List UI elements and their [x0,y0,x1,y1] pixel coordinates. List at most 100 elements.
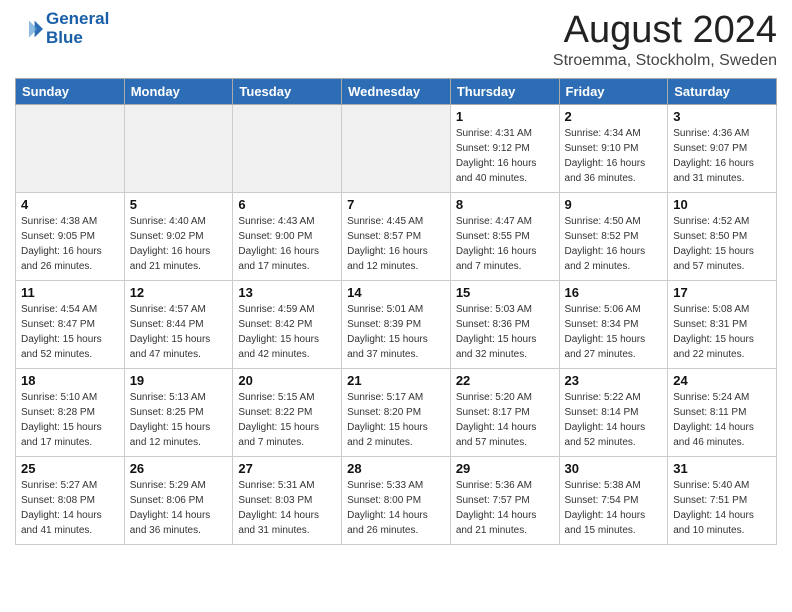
calendar-day-cell: 10 Sunrise: 4:52 AMSunset: 8:50 PMDayligh… [668,192,777,280]
day-number: 28 [347,461,445,476]
day-number: 29 [456,461,554,476]
logo-icon [15,15,43,43]
day-header-sunday: Sunday [16,78,125,104]
day-number: 13 [238,285,336,300]
calendar-day-cell [342,104,451,192]
day-info: Sunrise: 5:33 AMSunset: 8:00 PMDaylight:… [347,478,445,538]
day-info: Sunrise: 5:24 AMSunset: 8:11 PMDaylight:… [673,390,771,450]
calendar-day-cell [16,104,125,192]
calendar-day-cell: 3 Sunrise: 4:36 AMSunset: 9:07 PMDaylight… [668,104,777,192]
calendar-day-cell: 1 Sunrise: 4:31 AMSunset: 9:12 PMDaylight… [450,104,559,192]
calendar-day-cell [233,104,342,192]
day-info: Sunrise: 4:45 AMSunset: 8:57 PMDaylight:… [347,214,445,274]
calendar-day-cell: 13 Sunrise: 4:59 AMSunset: 8:42 PMDayligh… [233,280,342,368]
day-info: Sunrise: 5:17 AMSunset: 8:20 PMDaylight:… [347,390,445,450]
day-number: 19 [130,373,228,388]
day-number: 25 [21,461,119,476]
day-info: Sunrise: 5:01 AMSunset: 8:39 PMDaylight:… [347,302,445,362]
day-info: Sunrise: 5:31 AMSunset: 8:03 PMDaylight:… [238,478,336,538]
day-number: 2 [565,109,663,124]
logo-text: General Blue [46,10,109,47]
day-info: Sunrise: 4:47 AMSunset: 8:55 PMDaylight:… [456,214,554,274]
calendar-day-cell: 2 Sunrise: 4:34 AMSunset: 9:10 PMDaylight… [559,104,668,192]
logo-line1: General [46,10,109,29]
calendar-day-cell: 7Sunrise: 4:45 AMSunset: 8:57 PMDaylight… [342,192,451,280]
calendar-day-cell: 4 Sunrise: 4:38 AMSunset: 9:05 PMDaylight… [16,192,125,280]
day-info: Sunrise: 5:03 AMSunset: 8:36 PMDaylight:… [456,302,554,362]
calendar-day-cell: 16Sunrise: 5:06 AMSunset: 8:34 PMDayligh… [559,280,668,368]
logo-area: General Blue [15,10,109,47]
subtitle: Stroemma, Stockholm, Sweden [553,52,777,70]
day-number: 5 [130,197,228,212]
day-info: Sunrise: 4:50 AMSunset: 8:52 PMDaylight:… [565,214,663,274]
day-header-wednesday: Wednesday [342,78,451,104]
calendar-day-cell [124,104,233,192]
day-number: 8 [456,197,554,212]
calendar-week-row: 11Sunrise: 4:54 AMSunset: 8:47 PMDayligh… [16,280,777,368]
day-info: Sunrise: 5:15 AMSunset: 8:22 PMDaylight:… [238,390,336,450]
day-header-tuesday: Tuesday [233,78,342,104]
calendar-day-cell: 6 Sunrise: 4:43 AMSunset: 9:00 PMDaylight… [233,192,342,280]
calendar-table: SundayMondayTuesdayWednesdayThursdayFrid… [15,78,777,545]
day-number: 17 [673,285,771,300]
day-number: 6 [238,197,336,212]
calendar-week-row: 18Sunrise: 5:10 AMSunset: 8:28 PMDayligh… [16,368,777,456]
day-header-saturday: Saturday [668,78,777,104]
calendar-day-cell: 26 Sunrise: 5:29 AMSunset: 8:06 PMDayligh… [124,456,233,544]
day-number: 15 [456,285,554,300]
day-info: Sunrise: 5:13 AMSunset: 8:25 PMDaylight:… [130,390,228,450]
day-info: Sunrise: 4:40 AMSunset: 9:02 PMDaylight:… [130,214,228,274]
day-number: 9 [565,197,663,212]
calendar-day-cell: 15 Sunrise: 5:03 AMSunset: 8:36 PMDayligh… [450,280,559,368]
day-info: Sunrise: 5:22 AMSunset: 8:14 PMDaylight:… [565,390,663,450]
day-info: Sunrise: 4:34 AMSunset: 9:10 PMDaylight:… [565,126,663,186]
calendar-day-cell: 17Sunrise: 5:08 AMSunset: 8:31 PMDayligh… [668,280,777,368]
calendar-day-cell: 27 Sunrise: 5:31 AMSunset: 8:03 PMDayligh… [233,456,342,544]
day-number: 10 [673,197,771,212]
day-number: 18 [21,373,119,388]
day-info: Sunrise: 5:38 AMSunset: 7:54 PMDaylight:… [565,478,663,538]
day-info: Sunrise: 5:29 AMSunset: 8:06 PMDaylight:… [130,478,228,538]
calendar-day-cell: 22Sunrise: 5:20 AMSunset: 8:17 PMDayligh… [450,368,559,456]
calendar-week-row: 4 Sunrise: 4:38 AMSunset: 9:05 PMDaylight… [16,192,777,280]
day-number: 27 [238,461,336,476]
day-info: Sunrise: 5:27 AMSunset: 8:08 PMDaylight:… [21,478,119,538]
calendar-day-cell: 31 Sunrise: 5:40 AMSunset: 7:51 PMDayligh… [668,456,777,544]
day-number: 4 [21,197,119,212]
day-number: 22 [456,373,554,388]
day-info: Sunrise: 5:06 AMSunset: 8:34 PMDaylight:… [565,302,663,362]
calendar-header-row: SundayMondayTuesdayWednesdayThursdayFrid… [16,78,777,104]
day-number: 30 [565,461,663,476]
page: General Blue August 2024 Stroemma, Stock… [0,0,792,560]
calendar-day-cell: 24 Sunrise: 5:24 AMSunset: 8:11 PMDayligh… [668,368,777,456]
day-number: 1 [456,109,554,124]
day-number: 24 [673,373,771,388]
calendar-day-cell: 18Sunrise: 5:10 AMSunset: 8:28 PMDayligh… [16,368,125,456]
calendar-day-cell: 28 Sunrise: 5:33 AMSunset: 8:00 PMDayligh… [342,456,451,544]
calendar-day-cell: 14Sunrise: 5:01 AMSunset: 8:39 PMDayligh… [342,280,451,368]
day-number: 26 [130,461,228,476]
day-info: Sunrise: 4:59 AMSunset: 8:42 PMDaylight:… [238,302,336,362]
day-number: 31 [673,461,771,476]
main-title: August 2024 [553,10,777,52]
day-info: Sunrise: 5:36 AMSunset: 7:57 PMDaylight:… [456,478,554,538]
header: General Blue August 2024 Stroemma, Stock… [15,10,777,70]
day-info: Sunrise: 4:52 AMSunset: 8:50 PMDaylight:… [673,214,771,274]
calendar-day-cell: 19 Sunrise: 5:13 AMSunset: 8:25 PMDayligh… [124,368,233,456]
day-info: Sunrise: 5:40 AMSunset: 7:51 PMDaylight:… [673,478,771,538]
day-info: Sunrise: 4:31 AMSunset: 9:12 PMDaylight:… [456,126,554,186]
day-info: Sunrise: 4:38 AMSunset: 9:05 PMDaylight:… [21,214,119,274]
day-number: 12 [130,285,228,300]
day-number: 3 [673,109,771,124]
day-header-friday: Friday [559,78,668,104]
calendar-day-cell: 30 Sunrise: 5:38 AMSunset: 7:54 PMDayligh… [559,456,668,544]
day-header-monday: Monday [124,78,233,104]
calendar-day-cell: 20Sunrise: 5:15 AMSunset: 8:22 PMDayligh… [233,368,342,456]
day-number: 23 [565,373,663,388]
calendar-day-cell: 25 Sunrise: 5:27 AMSunset: 8:08 PMDayligh… [16,456,125,544]
logo-line2: Blue [46,29,109,48]
calendar-day-cell: 29 Sunrise: 5:36 AMSunset: 7:57 PMDayligh… [450,456,559,544]
day-info: Sunrise: 4:36 AMSunset: 9:07 PMDaylight:… [673,126,771,186]
day-info: Sunrise: 4:43 AMSunset: 9:00 PMDaylight:… [238,214,336,274]
calendar-day-cell: 8 Sunrise: 4:47 AMSunset: 8:55 PMDaylight… [450,192,559,280]
